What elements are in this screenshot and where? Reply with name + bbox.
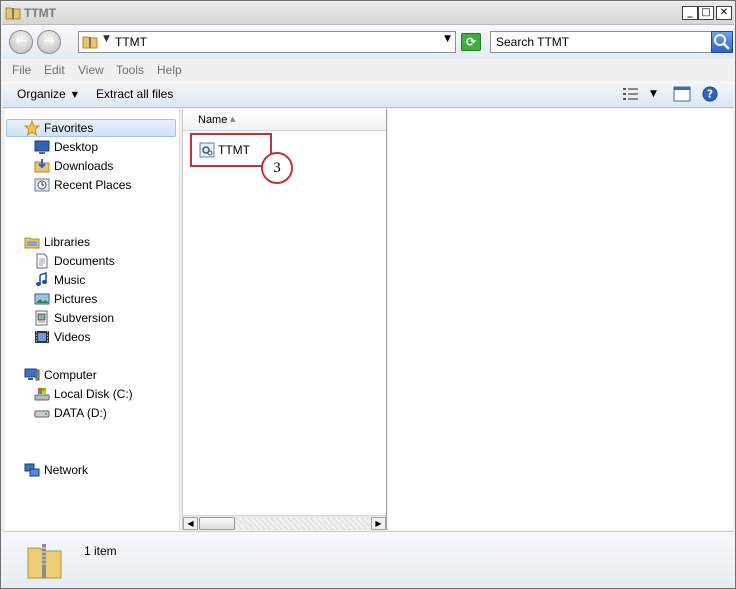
item-count: 1 item [84, 544, 117, 558]
command-bar: Organize ▼ Extract all files ▼ ? [2, 81, 734, 108]
callout-number-badge: 3 [261, 152, 293, 184]
menu-help[interactable]: Help [157, 63, 182, 77]
scroll-track[interactable] [235, 518, 369, 529]
back-button[interactable]: ← [9, 30, 33, 54]
sort-ascending-icon: ▲ [230, 115, 236, 123]
column-name-label: Name [198, 114, 228, 126]
computer-icon [24, 368, 40, 381]
nav-videos[interactable]: Videos [34, 328, 90, 346]
nav-network[interactable]: Network [24, 461, 88, 479]
forward-button[interactable]: → [37, 30, 61, 54]
nav-network-label: Network [44, 463, 89, 477]
column-header-name[interactable]: Name ▲ [183, 109, 386, 131]
nav-libraries[interactable]: Libraries [24, 233, 90, 251]
nav-favorites[interactable]: Favorites [6, 119, 176, 137]
subversion-icon [35, 310, 48, 326]
help-icon[interactable]: ? [701, 86, 719, 102]
nav-music-label: Music [54, 273, 86, 287]
explorer-window: TTMT _ □ ✕ ← → ▼ TTMT ▼ ⟳ Search TTMT Fi [0, 0, 736, 589]
nav-local-disk-c[interactable]: Local Disk (C:) [34, 385, 133, 403]
nav-local-disk-label: Local Disk (C:) [54, 387, 133, 401]
organize-label: Organize [17, 87, 66, 101]
recent-places-icon [34, 178, 50, 192]
scroll-left-icon[interactable]: ◀ [183, 517, 198, 530]
file-list-pane: Name ▲ TTMT 3 ◀ ▶ [182, 109, 387, 530]
preview-pane [388, 109, 733, 530]
minimize-button[interactable]: _ [682, 6, 698, 20]
nav-recent-places[interactable]: Recent Places [34, 176, 131, 194]
pictures-icon [34, 293, 50, 305]
nav-pictures[interactable]: Pictures [34, 290, 97, 308]
breadcrumb-path[interactable]: TTMT [115, 35, 147, 49]
nav-desktop[interactable]: Desktop [34, 138, 98, 156]
nav-subversion-label: Subversion [54, 311, 115, 325]
refresh-icon[interactable]: ⟳ [461, 33, 481, 51]
menu-tools[interactable]: Tools [116, 63, 144, 77]
search-input[interactable]: Search TTMT [490, 31, 712, 53]
views-dropdown-icon[interactable]: ▼ [650, 89, 657, 99]
callout-highlight-box [190, 133, 272, 167]
horizontal-scrollbar[interactable]: ◀ ▶ [183, 515, 386, 530]
menu-view[interactable]: View [78, 63, 104, 77]
nav-pictures-label: Pictures [54, 292, 98, 306]
nav-documents-label: Documents [54, 254, 115, 268]
nav-favorites-label: Favorites [44, 121, 94, 135]
nav-libraries-label: Libraries [44, 235, 91, 249]
nav-data-d[interactable]: DATA (D:) [34, 404, 107, 422]
scroll-right-icon[interactable]: ▶ [371, 517, 386, 530]
drive-icon [34, 410, 50, 418]
videos-icon [35, 331, 49, 343]
address-dropdown-icon[interactable]: ▼ [444, 34, 451, 44]
network-icon [24, 463, 40, 477]
nav-music[interactable]: Music [34, 271, 85, 289]
nav-downloads-label: Downloads [54, 159, 114, 173]
address-bar[interactable]: ▼ TTMT ▼ [78, 31, 456, 53]
nav-computer-label: Computer [44, 368, 97, 382]
zip-folder-icon [82, 36, 98, 49]
navigation-pane: Favorites Desktop Downloads Recent Place… [5, 109, 180, 530]
nav-documents[interactable]: Documents [34, 252, 115, 270]
music-icon [36, 272, 47, 286]
search-icon[interactable] [711, 31, 733, 53]
preview-pane-icon[interactable] [673, 86, 691, 102]
window-title: TTMT [24, 6, 56, 20]
menu-edit[interactable]: Edit [44, 63, 65, 77]
nav-subversion[interactable]: Subversion [34, 309, 114, 327]
maximize-button[interactable]: □ [698, 6, 714, 20]
nav-videos-label: Videos [54, 330, 91, 344]
menu-file[interactable]: File [12, 63, 31, 77]
system-drive-icon [34, 388, 50, 401]
libraries-icon [24, 237, 40, 249]
scroll-thumb[interactable] [199, 517, 235, 530]
nav-downloads[interactable]: Downloads [34, 157, 113, 175]
title-bar[interactable]: TTMT _ □ ✕ [2, 2, 734, 25]
nav-data-label: DATA (D:) [54, 406, 107, 420]
address-row: ← → ▼ TTMT ▼ ⟳ Search TTMT [2, 25, 734, 59]
desktop-icon [34, 140, 50, 154]
close-button[interactable]: ✕ [716, 6, 732, 20]
search-placeholder: Search TTMT [496, 35, 570, 49]
nav-computer[interactable]: Computer [24, 366, 97, 384]
nav-desktop-label: Desktop [54, 140, 99, 154]
downloads-folder-icon [34, 159, 50, 173]
documents-icon [36, 253, 48, 269]
nav-recent-places-label: Recent Places [54, 178, 132, 192]
star-icon [24, 120, 40, 136]
details-pane: 1 item [2, 531, 734, 588]
extract-all-files-button[interactable]: Extract all files [96, 87, 173, 101]
breadcrumb-chevron-icon[interactable]: ▼ [103, 34, 110, 44]
organize-button[interactable]: Organize ▼ [17, 87, 78, 101]
chevron-down-icon: ▼ [71, 90, 78, 99]
svg-text:?: ? [707, 88, 713, 101]
zip-folder-icon [5, 7, 21, 20]
view-details-icon[interactable] [622, 86, 640, 102]
menu-bar: File Edit View Tools Help [2, 60, 734, 80]
zip-folder-icon [27, 544, 62, 579]
